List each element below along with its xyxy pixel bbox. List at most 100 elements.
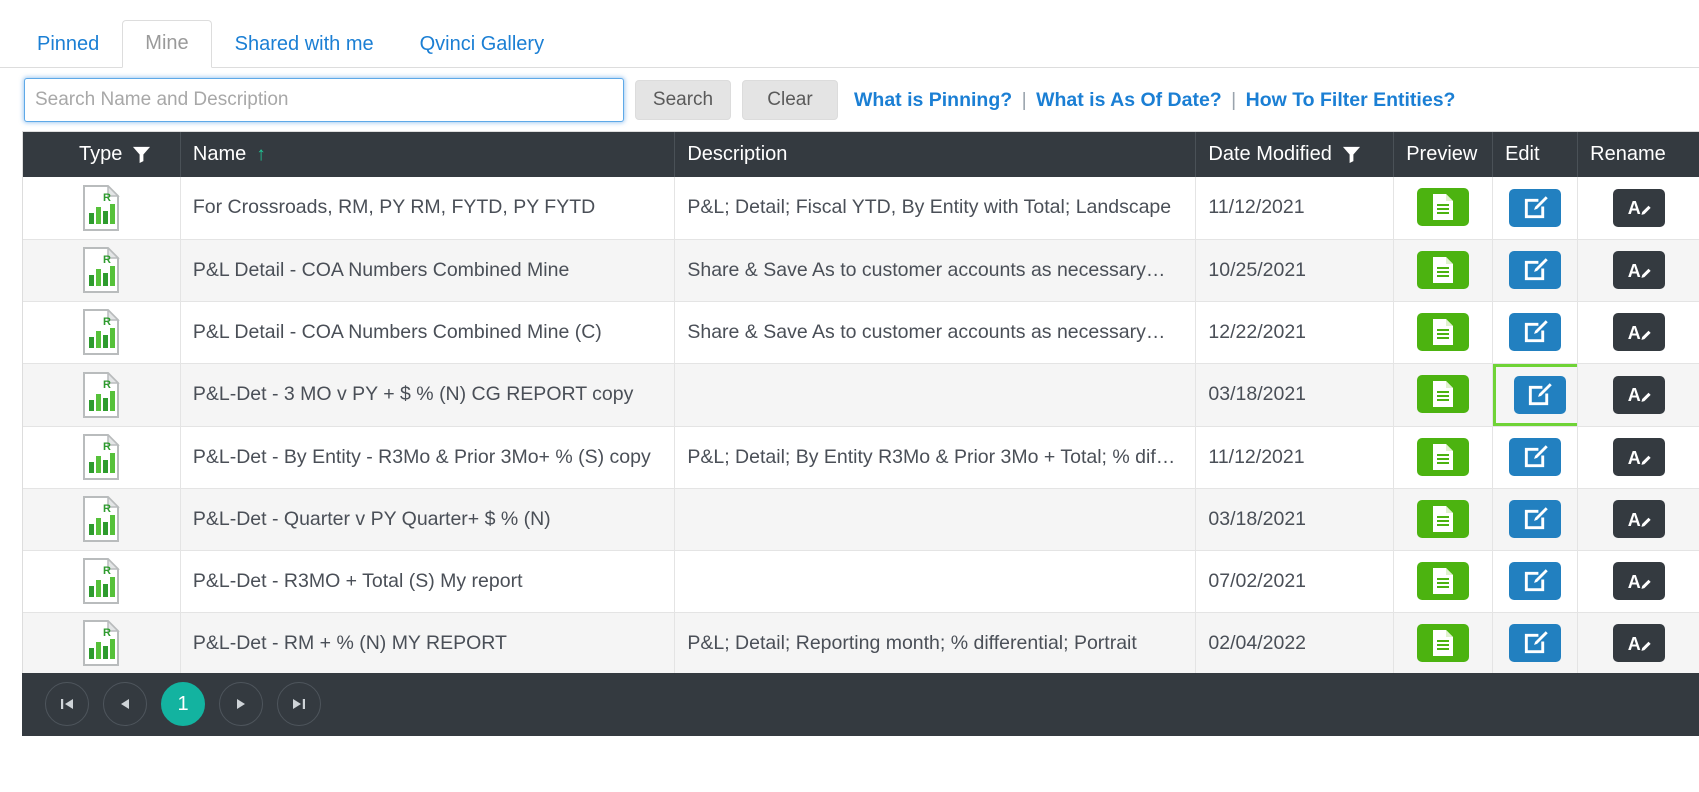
- rename-button[interactable]: A: [1613, 313, 1666, 351]
- column-header-type-label: Type: [79, 143, 123, 165]
- table-row[interactable]: R P&L-Det - Quarter v PY Quarter+ $ % (N)…: [23, 488, 1699, 551]
- svg-text:R: R: [103, 379, 111, 391]
- edit-button[interactable]: [1509, 561, 1562, 600]
- cell-name[interactable]: P&L Detail - COA Numbers Combined Mine: [180, 239, 676, 302]
- column-header-date-modified[interactable]: Date Modified: [1195, 132, 1395, 177]
- pager-next-button[interactable]: [219, 682, 263, 726]
- table-row[interactable]: R P&L-Det - By Entity - R3Mo & Prior 3Mo+…: [23, 426, 1699, 489]
- preview-button[interactable]: [1417, 250, 1470, 289]
- pager-last-button[interactable]: [277, 682, 321, 726]
- date-modified-filter-icon[interactable]: [1342, 145, 1361, 164]
- type-filter-icon[interactable]: [132, 145, 151, 164]
- table-row[interactable]: R P&L-Det - RM + % (N) MY REPORT P&L; Deta…: [23, 612, 1699, 675]
- link-separator-2: |: [1231, 88, 1237, 111]
- column-header-type[interactable]: Type: [23, 132, 181, 177]
- cell-name[interactable]: P&L-Det - Quarter v PY Quarter+ $ % (N): [180, 488, 676, 551]
- tab-qvinci-gallery[interactable]: Qvinci Gallery: [397, 21, 567, 68]
- reports-grid: Type Name ↑ Description Date Modified Pr…: [22, 131, 1699, 676]
- cell-name[interactable]: P&L-Det - R3MO + Total (S) My report: [180, 550, 676, 613]
- tab-pinned[interactable]: Pinned: [14, 21, 122, 68]
- cell-name[interactable]: P&L-Det - By Entity - R3Mo & Prior 3Mo+ …: [180, 426, 676, 489]
- cell-description: P&L; Detail; Fiscal YTD, By Entity with …: [674, 177, 1197, 240]
- tab-bar: Pinned Mine Shared with me Qvinci Galler…: [0, 0, 1699, 68]
- rename-button[interactable]: A: [1613, 438, 1666, 476]
- cell-date-modified: 03/18/2021: [1195, 488, 1395, 551]
- cell-preview: [1393, 363, 1494, 427]
- cell-edit: [1492, 363, 1579, 427]
- search-button[interactable]: Search: [635, 80, 731, 120]
- link-what-is-as-of-date[interactable]: What is As Of Date?: [1036, 89, 1222, 111]
- preview-button[interactable]: [1417, 437, 1470, 476]
- tab-shared-with-me[interactable]: Shared with me: [212, 21, 397, 68]
- rename-button[interactable]: A: [1613, 624, 1666, 662]
- cell-preview: [1393, 488, 1494, 551]
- rename-button[interactable]: A: [1613, 188, 1666, 227]
- cell-type: R: [23, 301, 181, 364]
- link-what-is-pinning[interactable]: What is Pinning?: [854, 89, 1012, 111]
- preview-button[interactable]: [1417, 499, 1470, 538]
- preview-button[interactable]: [1417, 561, 1470, 600]
- preview-button[interactable]: [1417, 623, 1470, 662]
- cell-description: [674, 550, 1197, 613]
- cell-edit: [1492, 301, 1579, 364]
- edit-button[interactable]: [1509, 250, 1562, 289]
- cell-date-modified: 12/22/2021: [1195, 301, 1395, 364]
- edit-button[interactable]: [1509, 437, 1562, 476]
- preview-button[interactable]: [1417, 188, 1470, 227]
- table-header: Type Name ↑ Description Date Modified Pr…: [23, 132, 1699, 177]
- svg-text:A: A: [1627, 571, 1640, 591]
- clear-button[interactable]: Clear: [742, 80, 838, 120]
- cell-preview: [1393, 612, 1494, 675]
- svg-text:A: A: [1627, 322, 1640, 342]
- svg-text:R: R: [103, 254, 111, 266]
- preview-button[interactable]: [1417, 312, 1470, 351]
- reports-table: Type Name ↑ Description Date Modified Pr…: [23, 132, 1699, 675]
- rename-button[interactable]: A: [1613, 251, 1666, 289]
- header-row: Type Name ↑ Description Date Modified Pr…: [23, 132, 1699, 177]
- table-row[interactable]: R For Crossroads, RM, PY RM, FYTD, PY FYT…: [23, 177, 1699, 240]
- cell-type: R: [23, 239, 181, 302]
- pager-page-1-button[interactable]: 1: [161, 682, 205, 726]
- cell-name[interactable]: P&L-Det - RM + % (N) MY REPORT: [180, 612, 676, 675]
- cell-edit: [1492, 612, 1579, 675]
- cell-preview: [1393, 301, 1494, 364]
- cell-type: R: [23, 426, 181, 489]
- table-row[interactable]: R P&L Detail - COA Numbers Combined Mine S…: [23, 239, 1699, 302]
- column-header-description[interactable]: Description: [674, 132, 1197, 177]
- cell-date-modified: 07/02/2021: [1195, 550, 1395, 613]
- report-chart-document-icon: R: [81, 434, 121, 480]
- link-how-to-filter-entities[interactable]: How To Filter Entities?: [1246, 89, 1456, 111]
- cell-name[interactable]: For Crossroads, RM, PY RM, FYTD, PY FYTD: [180, 177, 676, 240]
- cell-preview: [1393, 550, 1494, 613]
- cell-preview: [1393, 239, 1494, 302]
- cell-date-modified: 10/25/2021: [1195, 239, 1395, 302]
- table-row[interactable]: R P&L Detail - COA Numbers Combined Mine …: [23, 301, 1699, 364]
- table-row[interactable]: R P&L-Det - 3 MO v PY + $ % (N) CG REPORT…: [23, 363, 1699, 427]
- edit-button[interactable]: [1513, 375, 1566, 414]
- column-header-name[interactable]: Name ↑: [180, 132, 676, 177]
- pager-previous-button[interactable]: [103, 682, 147, 726]
- table-row[interactable]: R P&L-Det - R3MO + Total (S) My report 07/…: [23, 550, 1699, 613]
- edit-button[interactable]: [1509, 499, 1562, 538]
- cell-name[interactable]: P&L-Det - 3 MO v PY + $ % (N) CG REPORT …: [180, 363, 676, 427]
- rename-button[interactable]: A: [1613, 500, 1666, 538]
- cell-edit: [1492, 488, 1579, 551]
- rename-button[interactable]: A: [1613, 562, 1666, 600]
- column-header-preview-label: Preview: [1406, 143, 1478, 165]
- name-sort-ascending-icon[interactable]: ↑: [256, 145, 266, 164]
- pager-first-button[interactable]: [45, 682, 89, 726]
- search-input[interactable]: [24, 78, 624, 122]
- column-header-edit: Edit: [1492, 132, 1579, 177]
- cell-name[interactable]: P&L Detail - COA Numbers Combined Mine (…: [180, 301, 676, 364]
- edit-button[interactable]: [1509, 623, 1562, 662]
- column-header-rename-label: Rename: [1590, 143, 1666, 165]
- tab-mine[interactable]: Mine: [122, 20, 212, 68]
- svg-text:A: A: [1627, 633, 1640, 653]
- edit-button[interactable]: [1509, 312, 1562, 351]
- svg-text:A: A: [1627, 198, 1640, 218]
- edit-button[interactable]: [1509, 188, 1562, 227]
- column-header-description-label: Description: [687, 143, 788, 165]
- preview-button[interactable]: [1417, 375, 1470, 413]
- rename-button[interactable]: A: [1613, 375, 1666, 414]
- svg-text:A: A: [1627, 509, 1640, 529]
